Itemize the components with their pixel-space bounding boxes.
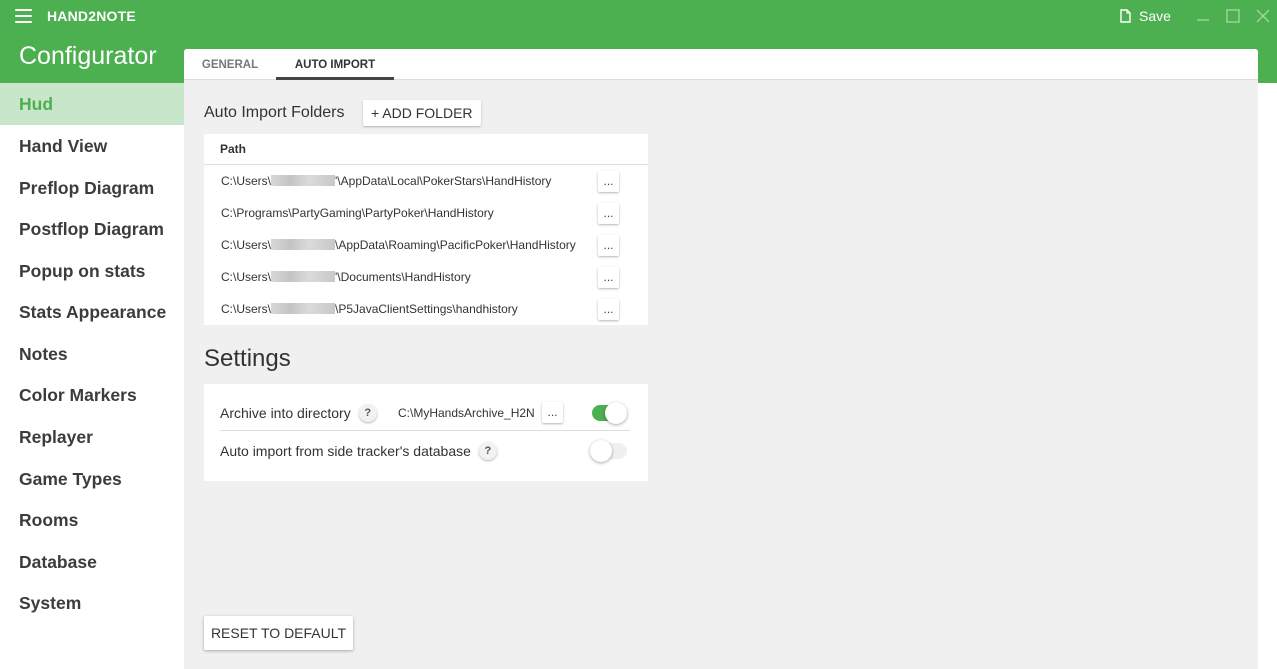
redacted-username xyxy=(271,239,336,250)
side-tracker-setting-row: Auto import from side tracker's database… xyxy=(220,433,630,469)
save-button[interactable]: Save xyxy=(1120,6,1171,26)
reset-to-default-button[interactable]: RESET TO DEFAULT xyxy=(204,616,353,650)
add-folder-button[interactable]: + ADD FOLDER xyxy=(363,100,481,126)
sidebar-item-preflop-diagram[interactable]: Preflop Diagram xyxy=(0,167,184,209)
table-row: C:\Users\ '\AppData\Local\PokerStars\Hand… xyxy=(204,165,648,197)
side-tracker-toggle[interactable] xyxy=(590,440,628,462)
path-value: C:\Programs\PartyGaming\PartyPoker\HandH… xyxy=(221,206,494,220)
help-icon[interactable]: ? xyxy=(358,403,377,422)
tab-bar: GENERAL AUTO IMPORT xyxy=(184,49,1258,80)
sidebar-item-hud[interactable]: Hud xyxy=(0,83,184,125)
browse-button[interactable]: ... xyxy=(598,298,619,320)
page-title: Configurator xyxy=(19,42,157,70)
right-margin xyxy=(1258,83,1277,669)
content-panel: GENERAL AUTO IMPORT Auto Import Folders … xyxy=(184,49,1258,669)
browse-button[interactable]: ... xyxy=(598,202,619,224)
app-title: HAND2NOTE xyxy=(47,8,136,24)
sidebar: Hud Hand View Preflop Diagram Postflop D… xyxy=(0,83,184,669)
sidebar-item-notes[interactable]: Notes xyxy=(0,333,184,375)
browse-button[interactable]: ... xyxy=(598,170,619,192)
auto-import-folders-label: Auto Import Folders xyxy=(204,104,345,121)
sidebar-item-color-markers[interactable]: Color Markers xyxy=(0,374,184,416)
document-icon xyxy=(1120,9,1131,23)
redacted-username xyxy=(271,303,336,314)
maximize-icon[interactable] xyxy=(1224,7,1242,25)
settings-title: Settings xyxy=(204,345,291,372)
path-column-header: Path xyxy=(204,134,648,165)
path-value: C:\Users\ '\Documents\HandHistory xyxy=(221,270,471,284)
redacted-username xyxy=(271,175,336,186)
browse-button[interactable]: ... xyxy=(598,266,619,288)
sidebar-item-stats-appearance[interactable]: Stats Appearance xyxy=(0,291,184,333)
sidebar-item-system[interactable]: System xyxy=(0,582,184,624)
sidebar-item-rooms[interactable]: Rooms xyxy=(0,499,184,541)
minimize-icon[interactable] xyxy=(1194,7,1212,25)
help-icon[interactable]: ? xyxy=(478,442,497,460)
archive-label: Archive into directory xyxy=(220,404,351,421)
table-row: C:\Programs\PartyGaming\PartyPoker\HandH… xyxy=(204,197,648,229)
archive-setting-row: Archive into directory ? C:\MyHandsArchi… xyxy=(220,395,630,431)
sidebar-item-hand-view[interactable]: Hand View xyxy=(0,125,184,167)
side-tracker-label: Auto import from side tracker's database xyxy=(220,443,471,459)
sidebar-item-database[interactable]: Database xyxy=(0,541,184,583)
archive-toggle[interactable] xyxy=(592,401,628,424)
tab-auto-import[interactable]: AUTO IMPORT xyxy=(276,49,394,80)
table-row: C:\Users\ \P5JavaClientSettings\handhisto… xyxy=(204,293,648,325)
sidebar-item-game-types[interactable]: Game Types xyxy=(0,458,184,500)
settings-card: Archive into directory ? C:\MyHandsArchi… xyxy=(204,384,648,481)
sidebar-item-replayer[interactable]: Replayer xyxy=(0,416,184,458)
title-bar: HAND2NOTE Save xyxy=(0,0,1277,32)
redacted-username xyxy=(271,271,336,282)
path-table: Path C:\Users\ '\AppData\Local\PokerStars… xyxy=(204,134,648,325)
table-row: C:\Users\ \AppData\Roaming\PacificPoker\H… xyxy=(204,229,648,261)
archive-browse-button[interactable]: ... xyxy=(542,402,563,423)
tab-general[interactable]: GENERAL xyxy=(192,49,268,80)
table-row: C:\Users\ '\Documents\HandHistory ... xyxy=(204,261,648,293)
path-value: C:\Users\ \P5JavaClientSettings\handhisto… xyxy=(221,302,518,316)
save-label: Save xyxy=(1139,8,1171,24)
hamburger-menu-icon[interactable] xyxy=(15,9,32,23)
sidebar-item-postflop-diagram[interactable]: Postflop Diagram xyxy=(0,208,184,250)
path-value: C:\Users\ '\AppData\Local\PokerStars\Hand… xyxy=(221,174,552,188)
close-icon[interactable] xyxy=(1254,7,1272,25)
sidebar-item-popup-on-stats[interactable]: Popup on stats xyxy=(0,250,184,292)
browse-button[interactable]: ... xyxy=(598,234,619,256)
archive-path-value: C:\MyHandsArchive_H2N xyxy=(398,405,535,420)
path-value: C:\Users\ \AppData\Roaming\PacificPoker\H… xyxy=(221,238,576,252)
